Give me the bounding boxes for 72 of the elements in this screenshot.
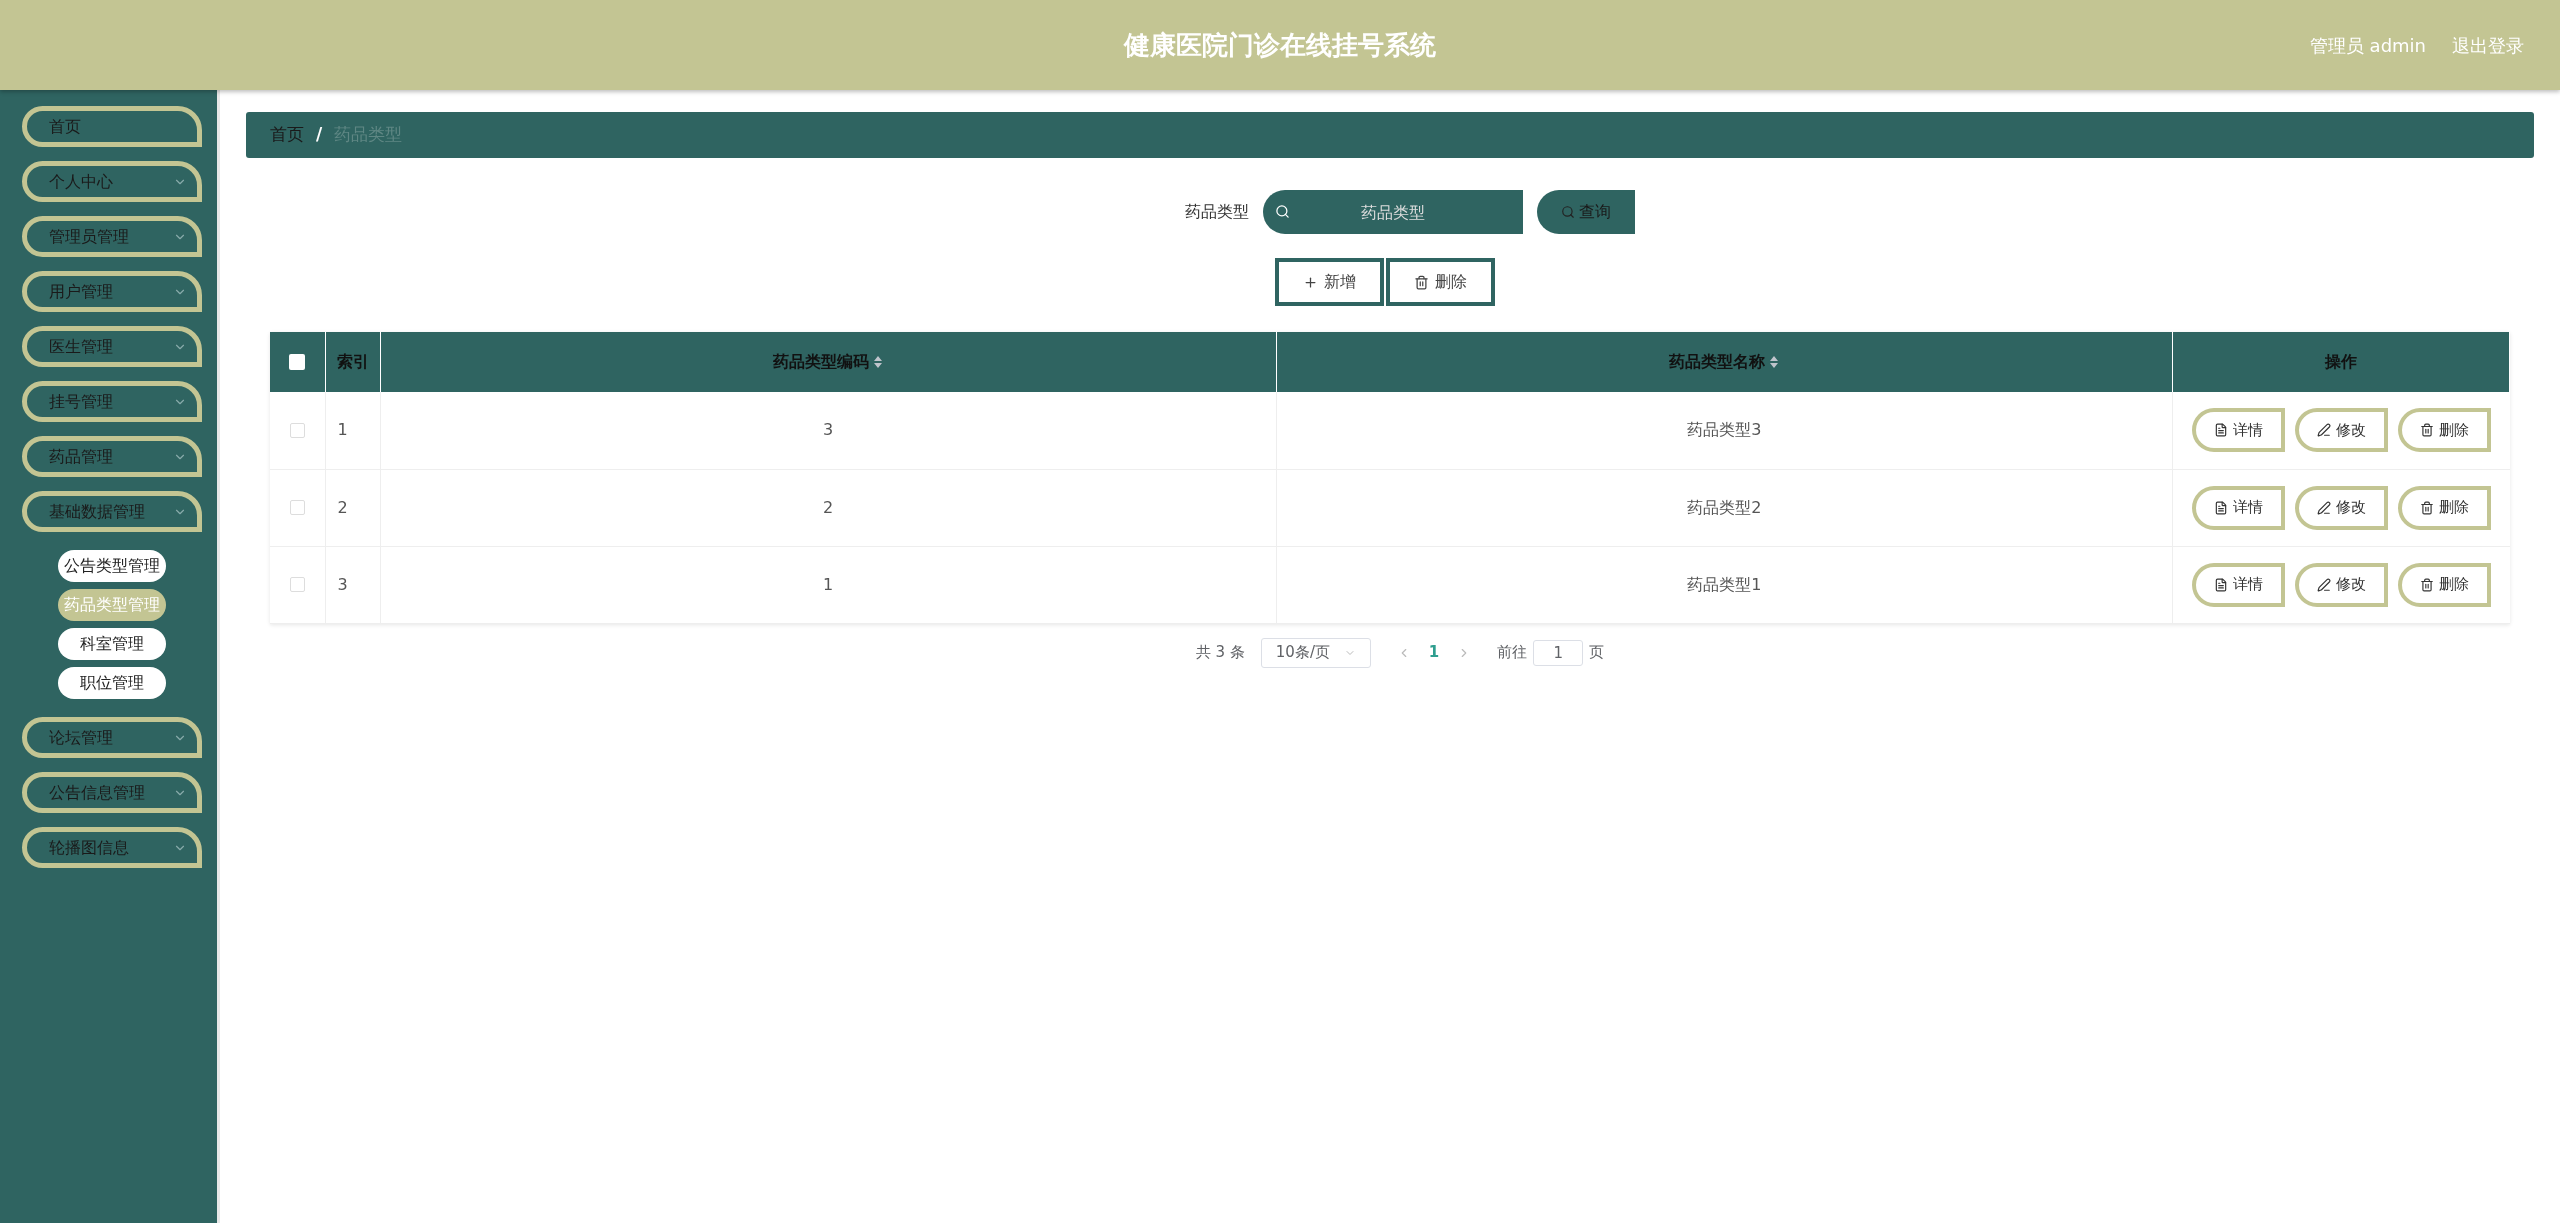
row-action-button[interactable]: 详情: [2191, 562, 2285, 607]
row-action-button[interactable]: 删除: [2397, 485, 2491, 530]
pencil-icon: [2316, 577, 2331, 592]
table-cell: 2: [380, 469, 1277, 546]
select-all-checkbox[interactable]: [289, 354, 306, 370]
column-header[interactable]: 药品类型编码: [380, 332, 1277, 392]
sidebar-item[interactable]: 医生管理: [22, 326, 202, 367]
table-cell: 药品类型3: [1276, 392, 2173, 469]
search-field[interactable]: 药品类型: [1263, 190, 1523, 234]
column-header: 索引: [325, 332, 380, 392]
sidebar-item[interactable]: 首页: [22, 106, 202, 147]
submenu-item[interactable]: 科室管理: [58, 628, 166, 660]
trash-icon: [2419, 423, 2434, 438]
document-icon: [2213, 577, 2228, 592]
breadcrumb-link[interactable]: 首页: [270, 122, 304, 148]
sort-icon: [1769, 355, 1780, 369]
table-cell: 1: [325, 392, 380, 469]
trash-icon: [2419, 500, 2434, 515]
pencil-icon: [2316, 500, 2331, 515]
document-icon: [2213, 500, 2228, 515]
table-cell: 2: [325, 469, 380, 546]
row-action-button[interactable]: 修改: [2294, 485, 2388, 530]
goto-page-field[interactable]: 1: [1533, 639, 1584, 666]
row-action-button[interactable]: 删除: [2397, 562, 2491, 607]
table-cell: 药品类型2: [1276, 469, 2173, 546]
goto-label: 前往: [1497, 642, 1528, 664]
column-header[interactable]: 药品类型名称: [1276, 332, 2173, 392]
column-header: 操作: [2172, 332, 2510, 392]
submenu-item[interactable]: 公告类型管理: [58, 550, 166, 582]
row-action-button[interactable]: 详情: [2191, 408, 2285, 453]
trash-icon: [2419, 577, 2434, 592]
row-action-button[interactable]: 详情: [2191, 485, 2285, 530]
sidebar-item[interactable]: 药品管理: [22, 436, 202, 477]
row-action-button[interactable]: 删除: [2397, 408, 2491, 453]
table-cell: 1: [380, 546, 1277, 623]
user-name: 管理员 admin: [2309, 33, 2426, 58]
sidebar-item[interactable]: 个人中心: [22, 161, 202, 202]
row-action-button[interactable]: 修改: [2294, 408, 2388, 453]
goto-suffix: 页: [1589, 642, 1605, 664]
table-cell: 3: [380, 392, 1277, 469]
row-checkbox[interactable]: [289, 500, 305, 515]
plus-icon: [1303, 274, 1318, 290]
row-action-button[interactable]: 修改: [2294, 562, 2388, 607]
search-button[interactable]: 查询: [1537, 190, 1635, 234]
submenu-item[interactable]: 药品类型管理: [58, 589, 166, 621]
pencil-icon: [2316, 423, 2331, 438]
page-number[interactable]: 1: [1428, 641, 1440, 664]
submenu-item[interactable]: 职位管理: [58, 667, 166, 699]
search-icon: [1275, 204, 1290, 219]
row-checkbox[interactable]: [289, 422, 305, 438]
logout-link[interactable]: 退出登录: [2452, 31, 2524, 59]
sort-icon: [873, 355, 884, 369]
table-cell: 3: [325, 546, 380, 623]
total-count: 共 3 条: [1195, 642, 1245, 664]
table-cell: 药品类型1: [1276, 546, 2173, 623]
sidebar-item[interactable]: 用户管理: [22, 271, 202, 312]
search-label: 药品类型: [1185, 201, 1249, 223]
page-size-select[interactable]: 10条/页: [1260, 637, 1371, 668]
app-title: 健康医院门诊在线挂号系统: [1124, 28, 1436, 62]
document-icon: [2213, 423, 2228, 438]
sidebar-item[interactable]: 轮播图信息: [22, 827, 202, 868]
sidebar-item[interactable]: 基础数据管理: [22, 491, 202, 532]
sidebar-item[interactable]: 管理员管理: [22, 216, 202, 257]
sidebar-item[interactable]: 论坛管理: [22, 717, 202, 758]
breadcrumb-separator: /: [316, 123, 323, 147]
add-button[interactable]: 新增: [1275, 258, 1384, 306]
trash-icon: [1414, 274, 1429, 290]
row-checkbox[interactable]: [289, 577, 305, 592]
search-icon: [1561, 205, 1575, 219]
sidebar-item[interactable]: 公告信息管理: [22, 772, 202, 813]
sidebar-item[interactable]: 挂号管理: [22, 381, 202, 422]
delete-button[interactable]: 删除: [1386, 258, 1495, 306]
